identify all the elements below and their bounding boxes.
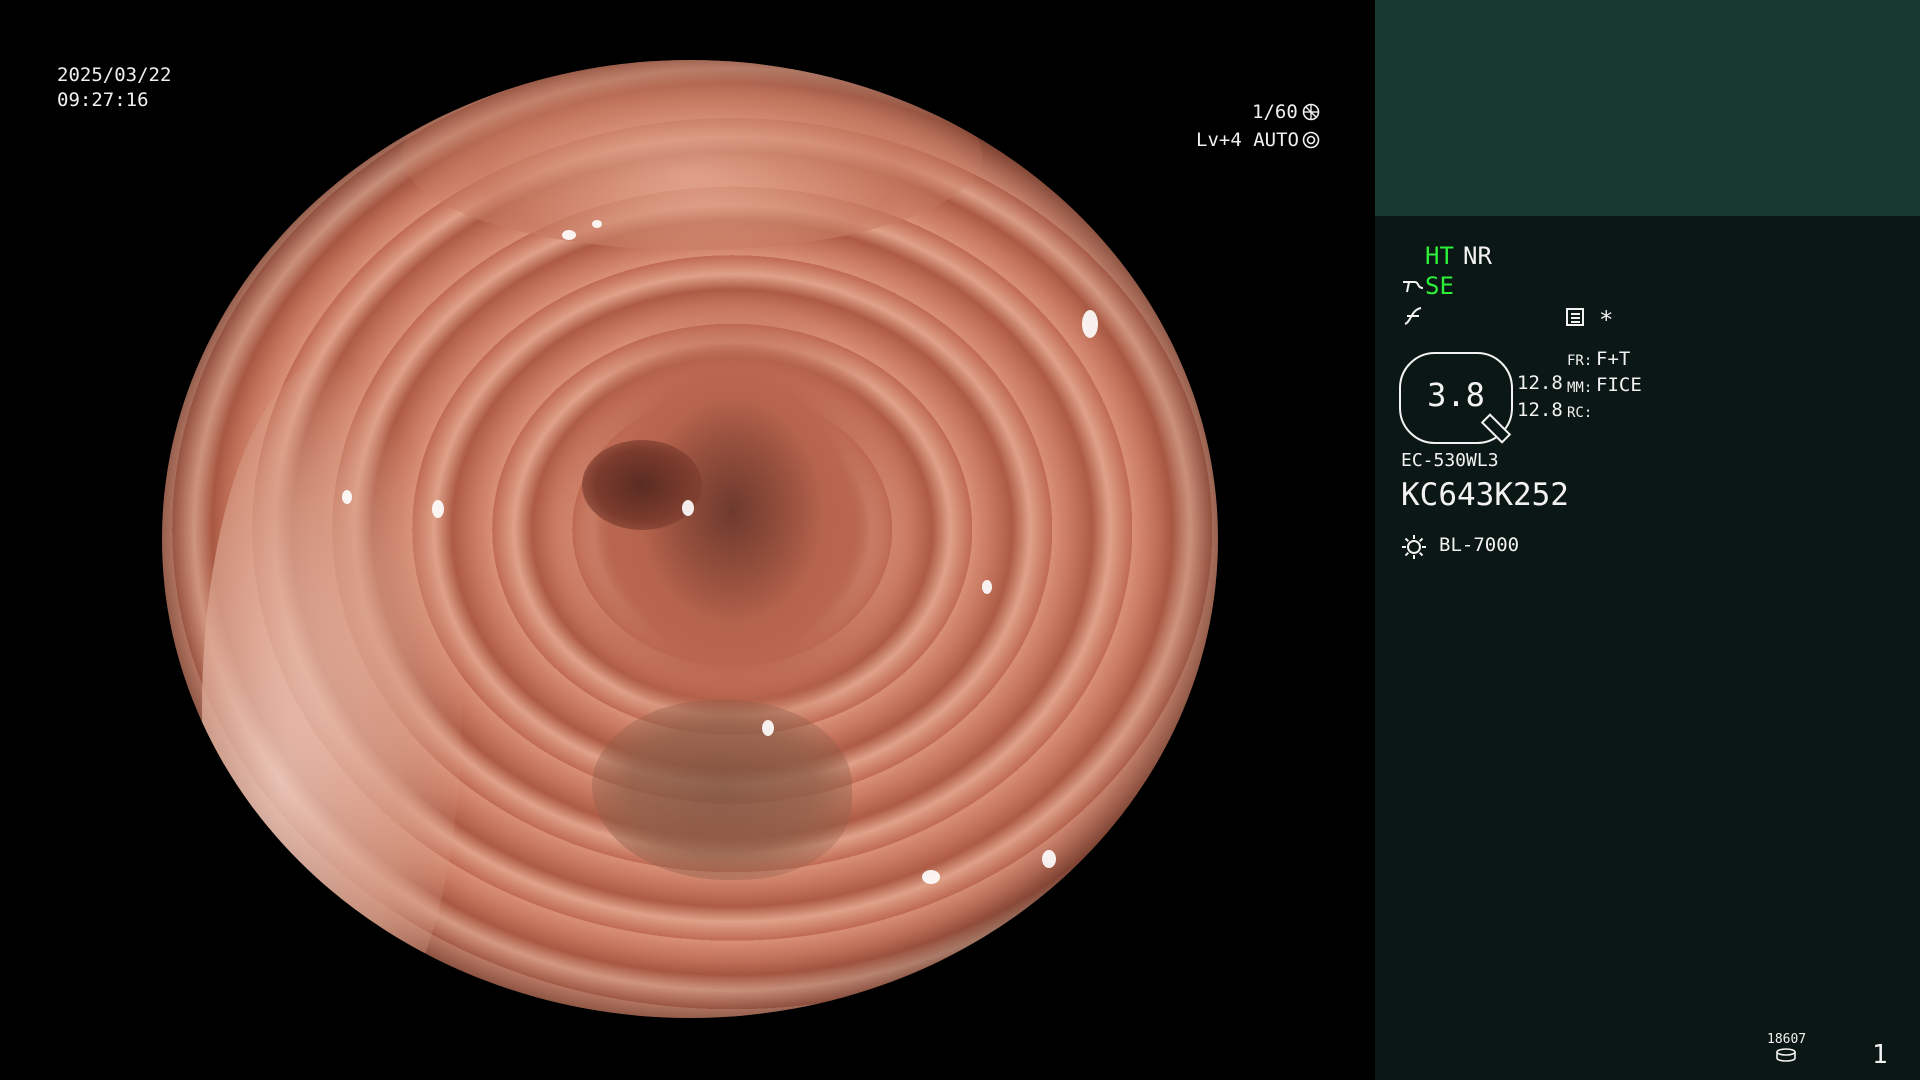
light-reflex bbox=[342, 490, 352, 504]
fluid-pool bbox=[592, 700, 852, 880]
light-reflex bbox=[1082, 310, 1098, 338]
se-indicator: SE bbox=[1425, 272, 1454, 300]
rc-label: RC: bbox=[1567, 405, 1593, 421]
storage-count: 18607 bbox=[1767, 1032, 1807, 1047]
endoscopic-image bbox=[162, 60, 1218, 1018]
light-reflex bbox=[762, 720, 774, 736]
light-reflex bbox=[432, 500, 444, 518]
light-reflex bbox=[982, 580, 992, 594]
mucosal-fold-top bbox=[402, 60, 982, 250]
mm-label: MM: bbox=[1567, 380, 1593, 396]
zoom-value: 3.8 bbox=[1427, 376, 1485, 414]
nr-indicator: NR bbox=[1463, 242, 1492, 270]
status-panel-header bbox=[1375, 0, 1920, 216]
light-reflex bbox=[1042, 850, 1056, 868]
target-icon bbox=[1302, 131, 1320, 149]
page-number: 1 bbox=[1872, 1040, 1888, 1070]
sun-icon bbox=[1402, 535, 1426, 559]
shutter-text: 1/60 bbox=[1252, 101, 1298, 123]
light-reflex bbox=[562, 230, 576, 240]
menu-icon bbox=[1566, 308, 1584, 326]
mucosal-fold-left bbox=[202, 360, 462, 1018]
mm-value: FICE bbox=[1596, 374, 1642, 396]
light-source: BL-7000 bbox=[1439, 534, 1520, 556]
time-text: 09:27:16 bbox=[57, 89, 149, 111]
scope-serial: KC643K252 bbox=[1401, 477, 1569, 513]
value-1: 12.8 bbox=[1517, 372, 1563, 394]
value-2: 12.8 bbox=[1517, 399, 1563, 421]
date-text: 2025/03/22 bbox=[57, 64, 172, 86]
light-reflex bbox=[922, 870, 940, 884]
status-panel: HT NR SE * 3.8 12.8 12.8 FR: F+T MM: FIC… bbox=[1375, 0, 1920, 1080]
zoom-indicator: 3.8 bbox=[1399, 352, 1513, 444]
scope-model: EC-530WL3 bbox=[1401, 450, 1499, 471]
endoscope-view: 2025/03/22 09:27:16 1/60 Lv+4 AUTO bbox=[0, 0, 1375, 1080]
aperture-icon bbox=[1302, 103, 1320, 121]
disk-icon bbox=[1776, 1048, 1796, 1062]
fr-label: FR: bbox=[1567, 353, 1593, 369]
ht-indicator: HT bbox=[1425, 242, 1454, 270]
enhancement-icon bbox=[1403, 281, 1424, 293]
curve-icon bbox=[1404, 307, 1422, 325]
exposure-text: Lv+4 AUTO bbox=[1196, 129, 1299, 151]
lumen bbox=[582, 440, 702, 530]
fr-value: F+T bbox=[1596, 348, 1631, 370]
asterisk-indicator: * bbox=[1599, 306, 1614, 334]
light-reflex bbox=[592, 220, 602, 228]
zoom-slash bbox=[1480, 413, 1512, 444]
light-reflex bbox=[682, 500, 694, 516]
